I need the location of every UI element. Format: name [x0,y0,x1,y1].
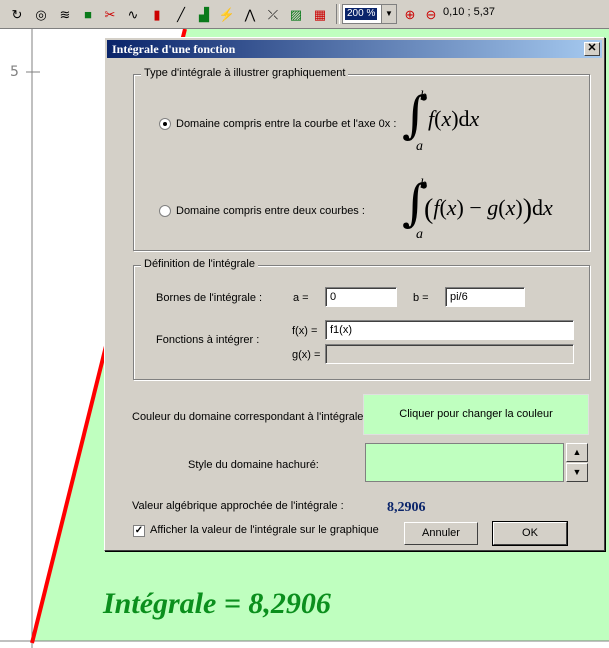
close-icon: ✕ [587,42,597,54]
tangent-icon[interactable]: ⤫ [264,6,282,24]
cancel-button[interactable]: Annuler [404,522,478,545]
hatch-up-button[interactable]: ▲ [566,443,588,462]
chevron-down-icon[interactable]: ▼ [381,5,396,23]
normal-curve-icon[interactable]: ⋀ [241,6,259,24]
color-label: Couleur du domaine correspondant à l'int… [132,411,370,423]
g-label: g(x) = [292,349,321,361]
show-value-checkbox[interactable]: ✓ [133,525,145,537]
b-label: b = [413,292,429,304]
hatch-style-preview[interactable] [365,443,564,482]
formula-two-curves-body: (f(x) − g(x))dx [424,194,553,225]
f-label: f(x) = [292,325,318,337]
integral-type-group: Type d'intégrale à illustrer graphiqueme… [133,67,590,251]
wave-icon[interactable]: ≋ [56,6,74,24]
arrow-up-icon: ▲ [572,447,582,457]
cube-icon[interactable]: ■ [79,6,97,24]
formula-single-body: f(x)dx [428,106,480,131]
dialog-title: Intégrale d'une fonction [112,42,236,56]
approx-value-label: Valeur algébrique approchée de l'intégra… [132,500,344,512]
histogram-icon[interactable]: ▟ [195,6,213,24]
close-button[interactable]: ✕ [584,42,600,56]
integral-dialog: Intégrale d'une fonction ✕ Type d'intégr… [104,37,605,551]
integral-result-label: Intégrale = 8,2906 [103,587,331,620]
scissors-icon[interactable]: ✂ [101,6,119,24]
approx-value: 8,2906 [387,500,426,515]
dialog-titlebar[interactable]: Intégrale d'une fonction ✕ [107,40,602,58]
a-label: a = [293,292,309,304]
formula-single: ∫ b a f(x)dx [402,89,542,160]
formula-two-curves: ∫ b a (f(x) − g(x))dx [402,177,587,248]
zoom-in-icon[interactable]: ⊕ [401,6,419,24]
ok-button[interactable]: OK [492,521,568,546]
integral-definition-group: Définition de l'intégrale Bornes de l'in… [133,258,590,380]
change-color-button[interactable]: Cliquer pour changer la couleur [363,394,589,435]
hatch-down-button[interactable]: ▼ [566,463,588,482]
g-input[interactable] [325,344,574,364]
formula-lower-bound: a [416,227,423,242]
f-input[interactable]: f1(x) [325,320,574,340]
a-input[interactable]: 0 [325,287,397,307]
radio-curve-axis[interactable] [159,118,171,130]
formula-lower-bound: a [416,139,423,154]
formula-upper-bound: b [420,89,427,104]
y-tick-label: 5 [10,64,19,80]
hatch-icon[interactable]: ▨ [287,6,305,24]
functions-label: Fonctions à intégrer : [156,334,260,346]
formula-upper-bound: b [420,177,427,192]
coordinates-readout: 0,10 ; 5,37 [443,6,495,18]
yield-icon[interactable]: ⚡ [218,6,236,24]
bounds-label: Bornes de l'intégrale : [156,292,263,304]
integral-definition-group-title: Définition de l'intégrale [141,258,258,270]
grid-icon[interactable]: ▦ [311,6,329,24]
radio-curve-axis-label: Domaine compris entre la courbe et l'axe… [176,118,397,130]
check-icon: ✓ [134,525,144,536]
zoom-out-icon[interactable]: ⊖ [422,6,440,24]
zoom-value: 200 % [345,8,378,20]
bar-chart-icon[interactable]: ▮ [148,6,166,24]
line-icon[interactable]: ╱ [172,6,190,24]
b-input[interactable]: pi/6 [445,287,525,307]
spiral-icon[interactable]: ◎ [32,6,50,24]
rotate-icon[interactable]: ↻ [8,6,26,24]
integral-type-group-title: Type d'intégrale à illustrer graphiqueme… [141,67,349,79]
radio-two-curves[interactable] [159,205,171,217]
app-toolbar: ↻ ◎ ≋ ■ ✂ ∿ ▮ ╱ ▟ ⚡ ⋀ ⤫ ▨ ▦ 200 % ▼ ⊕ ⊖ … [0,0,609,29]
sine-icon[interactable]: ∿ [124,6,142,24]
hatch-style-label: Style du domaine hachuré: [188,459,319,471]
arrow-down-icon: ▼ [572,467,582,477]
show-value-label: Afficher la valeur de l'intégrale sur le… [150,524,379,536]
toolbar-separator [336,4,340,24]
zoom-select[interactable]: 200 % ▼ [342,4,397,24]
radio-two-curves-label: Domaine compris entre deux courbes : [176,205,365,217]
